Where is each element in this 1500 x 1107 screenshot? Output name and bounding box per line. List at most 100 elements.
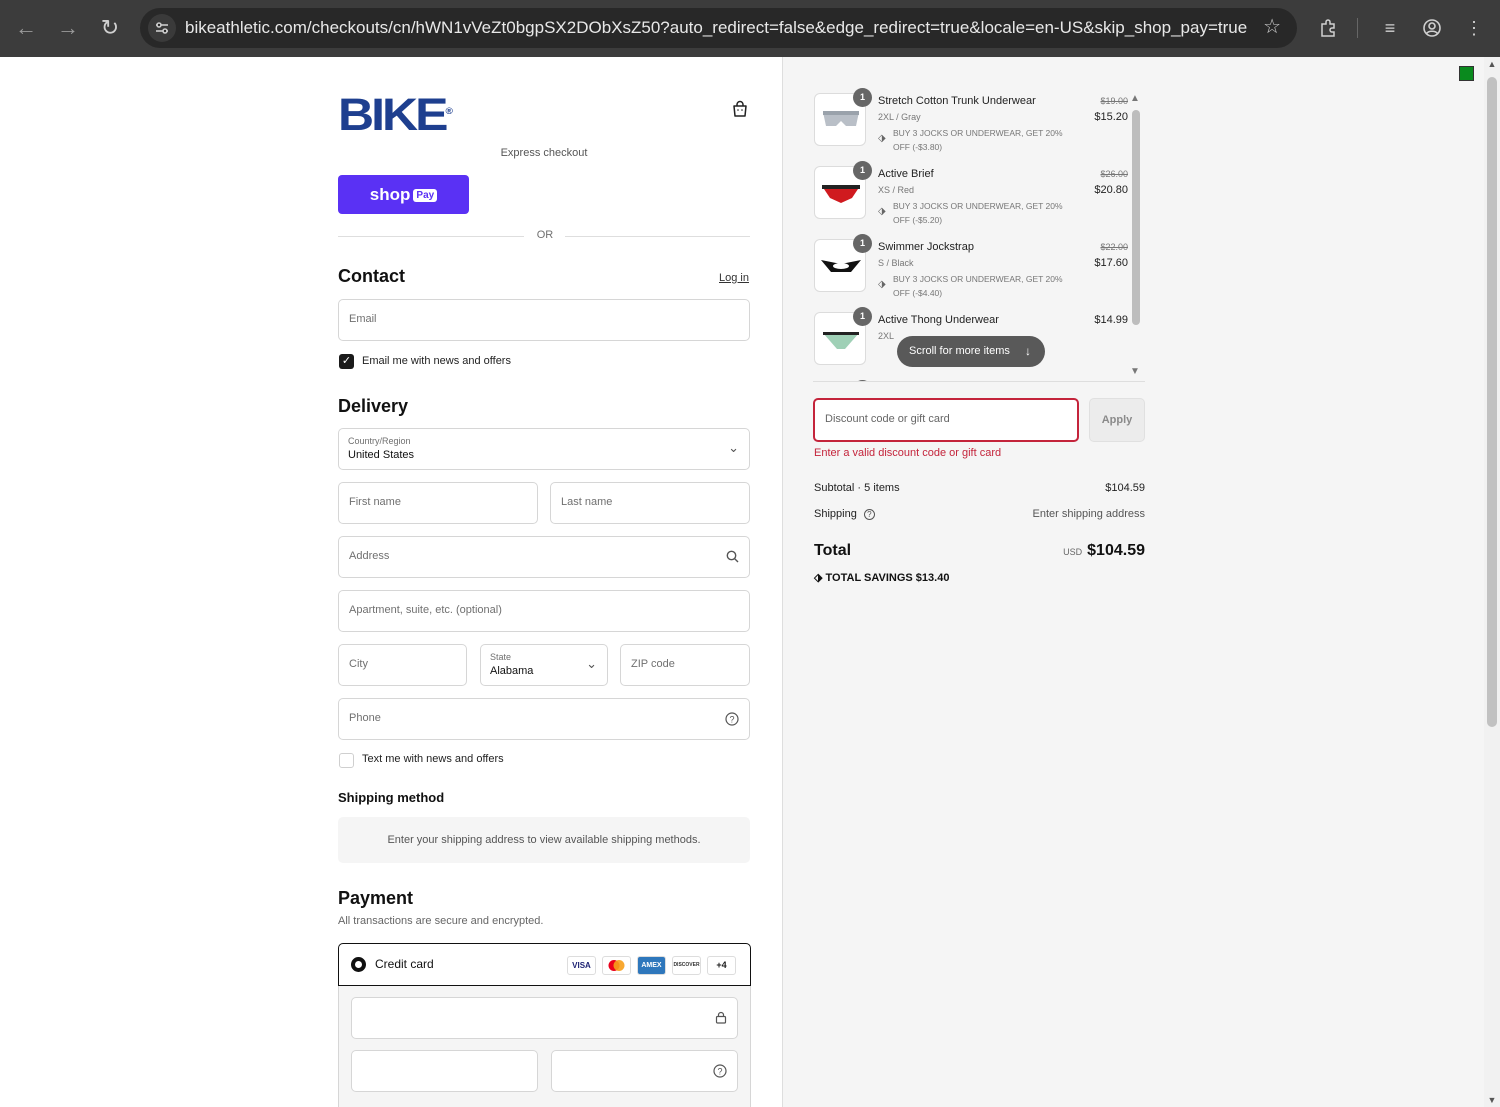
page-scrollbar[interactable]: ▲ ▼ xyxy=(1484,57,1500,1107)
tag-icon: ⬗ xyxy=(878,206,886,217)
help-icon[interactable]: ? xyxy=(713,1064,727,1081)
address-placeholder: Address xyxy=(349,550,390,562)
item-variant: 2XL / Gray xyxy=(878,112,921,122)
menu-kebab-icon[interactable]: ⋮ xyxy=(1460,14,1488,42)
currency-code: USD xyxy=(1063,547,1083,557)
lock-icon xyxy=(715,1011,727,1027)
contact-heading: Contact xyxy=(338,266,405,286)
browser-toolbar: ← → ↻ bikeathletic.com/checkouts/cn/hWN1… xyxy=(0,0,1500,57)
sms-checkbox[interactable] xyxy=(339,753,354,768)
shopping-bag-icon[interactable] xyxy=(731,100,749,118)
subtotal-value: $104.59 xyxy=(1105,482,1145,494)
first-name-field[interactable]: First name xyxy=(338,482,538,524)
newsletter-checkbox[interactable]: ✓ xyxy=(339,354,354,369)
payment-subtitle: All transactions are secure and encrypte… xyxy=(338,915,544,927)
site-info-icon[interactable] xyxy=(148,14,176,42)
arrow-down-icon: ↓ xyxy=(1025,344,1031,358)
city-field[interactable]: City xyxy=(338,644,467,686)
forward-icon[interactable]: → xyxy=(54,14,82,42)
email-field[interactable]: Email xyxy=(338,299,750,341)
help-icon[interactable]: ? xyxy=(725,712,739,729)
cart-item: 1 Swimmer Jockstrap S / Black ⬗ BUY 3 JO… xyxy=(813,231,1133,301)
or-divider: OR xyxy=(536,229,554,241)
tag-icon: ⬗ xyxy=(878,133,886,144)
country-label: Country/Region xyxy=(348,436,411,446)
visa-icon: VISA xyxy=(567,956,596,975)
scroll-down-icon[interactable]: ▼ xyxy=(1487,1095,1497,1105)
search-icon xyxy=(726,550,739,566)
item-promo: BUY 3 JOCKS OR UNDERWEAR, GET 20% OFF (-… xyxy=(893,128,1063,152)
address-field[interactable]: Address xyxy=(338,536,750,578)
apply-discount-button[interactable]: Apply xyxy=(1089,398,1145,442)
country-select[interactable]: Country/Region United States ⌄ xyxy=(338,428,750,470)
item-original-price: $22.00 xyxy=(1100,242,1128,252)
reload-icon[interactable]: ↻ xyxy=(96,14,124,42)
bike-logo[interactable]: BIKE® xyxy=(338,90,453,137)
list-scroll-down-icon[interactable]: ▼ xyxy=(1130,366,1140,377)
quantity-badge: 1 xyxy=(853,88,872,107)
shop-pay-button[interactable]: shop Pay xyxy=(338,175,469,214)
help-icon[interactable]: ? xyxy=(863,509,875,520)
last-name-field[interactable]: Last name xyxy=(550,482,750,524)
item-promo: BUY 3 JOCKS OR UNDERWEAR, GET 20% OFF (-… xyxy=(893,201,1063,225)
item-name: Swimmer Jockstrap xyxy=(878,241,974,253)
list-scrollbar-thumb[interactable] xyxy=(1132,110,1140,325)
item-original-price: $26.00 xyxy=(1100,169,1128,179)
shipping-value: Enter shipping address xyxy=(1032,508,1145,520)
quantity-badge: 1 xyxy=(853,161,872,180)
cart-item: 1 Active Brief XS / Red ⬗ BUY 3 JOCKS OR… xyxy=(813,158,1133,228)
extensions-icon[interactable] xyxy=(1314,14,1342,42)
tag-icon: ⬗ xyxy=(878,279,886,290)
total-label: Total xyxy=(814,542,852,559)
first-name-placeholder: First name xyxy=(349,496,401,508)
quantity-badge: 1 xyxy=(853,234,872,253)
item-price: $17.60 xyxy=(1094,257,1128,269)
item-variant: S / Black xyxy=(878,258,914,268)
tag-icon: ⬗ xyxy=(814,572,823,584)
svg-text:?: ? xyxy=(717,1067,722,1077)
discount-error-message: Enter a valid discount code or gift card xyxy=(814,447,1002,459)
total-savings: ⬗ TOTAL SAVINGS $13.40 xyxy=(814,571,949,584)
divider-right xyxy=(565,236,750,237)
login-link[interactable]: Log in xyxy=(719,272,749,284)
savings-value: $13.40 xyxy=(915,572,950,584)
email-placeholder: Email xyxy=(349,313,377,325)
url-text[interactable]: bikeathletic.com/checkouts/cn/hWN1vVeZt0… xyxy=(185,18,1247,38)
card-number-field[interactable] xyxy=(351,997,738,1039)
credit-card-option[interactable]: Credit card VISA AMEX DISCOVER +4 xyxy=(338,943,751,986)
phone-field[interactable]: Phone ? xyxy=(338,698,750,740)
zip-placeholder: ZIP code xyxy=(631,658,675,670)
toolbar-divider xyxy=(1357,18,1358,38)
apartment-field[interactable]: Apartment, suite, etc. (optional) xyxy=(338,590,750,632)
back-icon[interactable]: ← xyxy=(12,14,40,42)
bookmark-star-icon[interactable]: ☆ xyxy=(1263,16,1281,38)
chevron-down-icon: ⌄ xyxy=(586,656,597,671)
mastercard-icon xyxy=(602,956,631,975)
zip-field[interactable]: ZIP code xyxy=(620,644,750,686)
shop-pay-word: shop xyxy=(369,185,411,204)
scroll-more-items-button[interactable]: Scroll for more items ↓ xyxy=(897,336,1045,367)
state-select[interactable]: State Alabama ⌄ xyxy=(480,644,608,686)
item-name: Active Thong Underwear xyxy=(878,314,999,326)
shop-pay-badge: Pay xyxy=(413,189,438,202)
discount-code-input[interactable]: Discount code or gift card xyxy=(813,398,1079,442)
cart-item xyxy=(813,377,1133,381)
savings-label: TOTAL SAVINGS xyxy=(825,572,913,584)
list-scroll-up-icon[interactable]: ▲ xyxy=(1130,93,1140,104)
phone-placeholder: Phone xyxy=(349,712,381,724)
total-value: $104.59 xyxy=(1087,542,1145,559)
credit-card-radio[interactable] xyxy=(351,957,366,972)
state-value: Alabama xyxy=(490,665,534,677)
media-queue-icon[interactable]: ≡ xyxy=(1376,14,1404,42)
item-promo: BUY 3 JOCKS OR UNDERWEAR, GET 20% OFF (-… xyxy=(893,274,1063,298)
profile-icon[interactable] xyxy=(1418,14,1446,42)
scroll-up-icon[interactable]: ▲ xyxy=(1487,59,1497,69)
more-cards-badge: +4 xyxy=(707,956,736,975)
newsletter-label: Email me with news and offers xyxy=(362,355,511,367)
card-expiry-field[interactable] xyxy=(351,1050,538,1092)
scrollbar-thumb[interactable] xyxy=(1487,77,1497,727)
svg-text:?: ? xyxy=(729,715,734,725)
card-cvv-field[interactable]: ? xyxy=(551,1050,738,1092)
status-indicator xyxy=(1459,66,1474,81)
address-bar[interactable]: bikeathletic.com/checkouts/cn/hWN1vVeZt0… xyxy=(140,8,1297,48)
